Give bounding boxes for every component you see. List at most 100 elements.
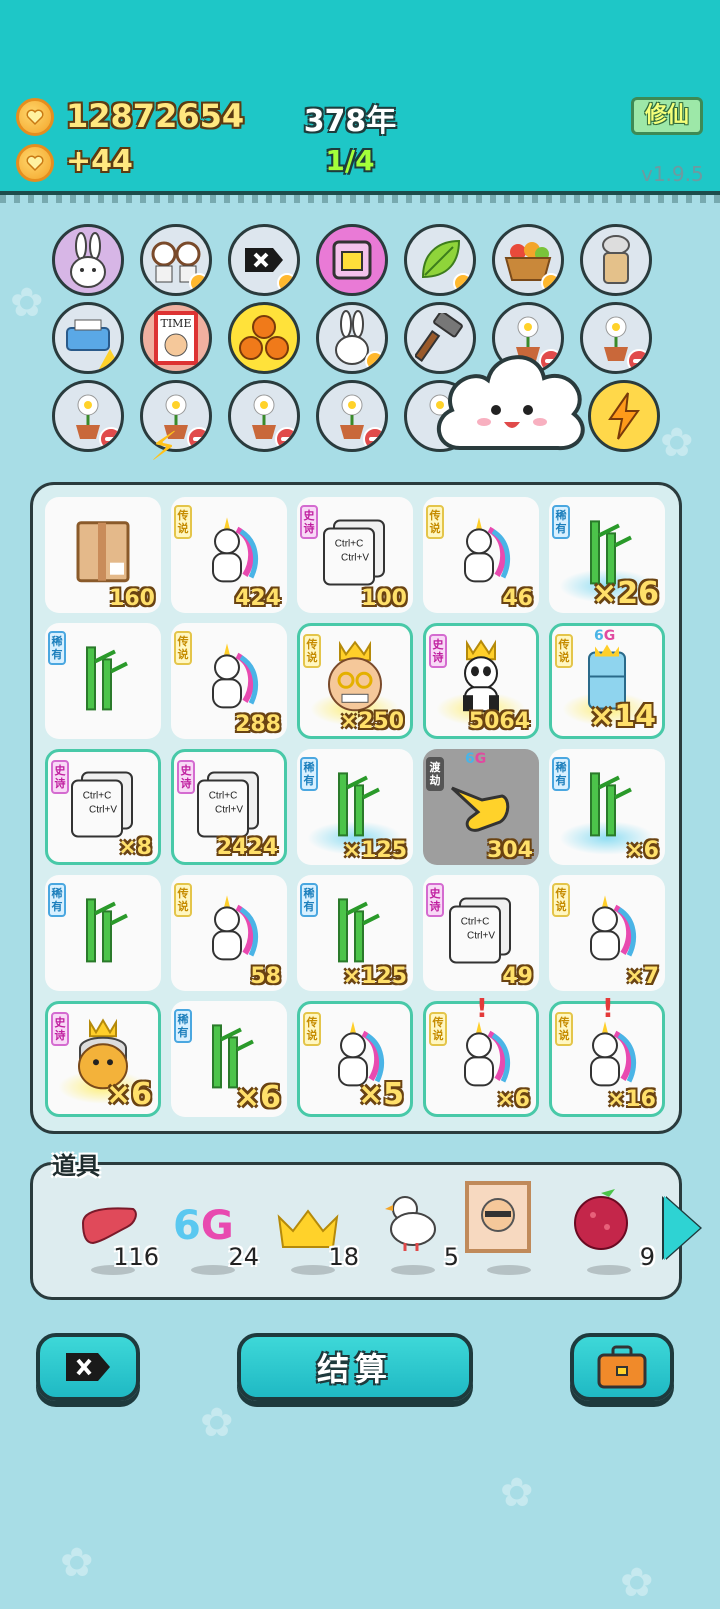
board-cell[interactable]: 传说 288: [171, 623, 287, 739]
item-count: ×5: [357, 1077, 404, 1112]
board-cell[interactable]: 传说 6G ×14: [549, 623, 665, 739]
tool-portrait[interactable]: [465, 1181, 555, 1281]
rarity-tag: 传说: [552, 883, 570, 917]
board-cell[interactable]: 稀有 ×26: [549, 497, 665, 613]
bamboo-icon: [338, 772, 380, 837]
next-arrow-button[interactable]: [664, 1196, 700, 1260]
gold-total: 12872654: [66, 97, 245, 135]
leaf-icon[interactable]: [404, 224, 476, 296]
board-cell[interactable]: 传说 46: [423, 497, 539, 613]
svg-text:Ctrl+V: Ctrl+V: [341, 553, 369, 564]
tool-liver[interactable]: 116: [69, 1181, 159, 1281]
twins-icon[interactable]: [140, 224, 212, 296]
board-cell[interactable]: 传说 ×5: [297, 1001, 413, 1117]
6g-icon: 6G: [173, 1203, 234, 1249]
time-magazine-icon[interactable]: TIME: [140, 302, 212, 374]
year-counter: 378年: [303, 104, 397, 139]
rarity-tag: 稀有: [48, 631, 66, 665]
svg-text:Ctrl+C: Ctrl+C: [209, 791, 238, 802]
flower-pot-icon[interactable]: [228, 380, 300, 452]
bg-flower-deco: ✿: [500, 1470, 534, 1516]
tool-count: 9: [639, 1243, 655, 1271]
flower-pot-icon[interactable]: [580, 302, 652, 374]
svg-text:Ctrl+V: Ctrl+V: [467, 931, 495, 942]
milk-tea-icon[interactable]: [580, 224, 652, 296]
board-cell[interactable]: 稀有 ×125: [297, 749, 413, 865]
svg-text:Ctrl+C: Ctrl+C: [461, 917, 490, 928]
rarity-tag: 稀有: [300, 883, 318, 917]
fruit-basket-icon[interactable]: [492, 224, 564, 296]
tool-lychee[interactable]: 9: [565, 1181, 655, 1281]
board-cell[interactable]: 稀有 ×6: [171, 1001, 287, 1117]
settle-button[interactable]: 结算: [237, 1333, 473, 1401]
liver-icon: [81, 1207, 137, 1245]
board-cell[interactable]: 史诗 Ctrl+C Ctrl+V 2424: [171, 749, 287, 865]
board-cell[interactable]: 传说 ×7: [549, 875, 665, 991]
ctrl-cv-icon: Ctrl+C Ctrl+V: [323, 519, 385, 586]
unicorn-icon: [464, 517, 511, 583]
tool-6g[interactable]: 6G 24: [169, 1181, 259, 1281]
tool-count: 116: [113, 1243, 159, 1271]
bunny-icon[interactable]: [52, 224, 124, 296]
board-cell[interactable]: 传说 424: [171, 497, 287, 613]
board-cell[interactable]: ! 传说 ×6: [423, 994, 539, 1117]
tool-crown[interactable]: 18: [269, 1181, 359, 1281]
portrait-icon: [465, 1181, 531, 1253]
rarity-tag: 传说: [555, 1012, 573, 1046]
ad-skip-icon[interactable]: [228, 224, 300, 296]
board-cell[interactable]: 史诗 5064: [423, 623, 539, 739]
board-cell[interactable]: 稀有 ×125: [297, 875, 413, 991]
board-cell[interactable]: 史诗 Ctrl+C Ctrl+V 100: [297, 497, 413, 613]
board-cell[interactable]: 160: [45, 497, 161, 613]
tv-icon[interactable]: [316, 224, 388, 296]
item-count: 49: [502, 964, 533, 989]
rarity-tag: 史诗: [300, 505, 318, 539]
board-cell[interactable]: 稀有: [45, 875, 161, 991]
svg-text:Ctrl+V: Ctrl+V: [89, 805, 117, 816]
bunny-icon[interactable]: [316, 302, 388, 374]
cloud-mascot[interactable]: [430, 338, 590, 478]
tool-white-bird[interactable]: 5: [369, 1181, 459, 1281]
rarity-tag: 传说: [426, 505, 444, 539]
flower-pot-icon[interactable]: [316, 380, 388, 452]
lightning-icon[interactable]: [588, 380, 660, 452]
rarity-tag: 稀有: [300, 757, 318, 791]
ctrl-cv-icon: Ctrl+C Ctrl+V: [197, 771, 259, 838]
board-cell[interactable]: 传说 ×250: [297, 623, 413, 739]
item-count: 2424: [216, 835, 278, 860]
board-cell[interactable]: 稀有: [45, 623, 161, 739]
basketball-icon[interactable]: [228, 302, 300, 374]
rarity-tag: 传说: [174, 631, 192, 665]
flower-pot-icon[interactable]: [52, 380, 124, 452]
xiuxian-button[interactable]: 修仙: [631, 97, 703, 135]
heart-coin-icon: [16, 98, 54, 136]
item-count: ×6: [105, 1077, 152, 1112]
board-cell[interactable]: 稀有 ×6: [549, 749, 665, 865]
item-count: 288: [235, 712, 281, 737]
svg-text:TIME: TIME: [161, 317, 192, 330]
board-cell[interactable]: 史诗 Ctrl+C Ctrl+V 49: [423, 875, 539, 991]
printer-icon[interactable]: [52, 302, 124, 374]
board-cell[interactable]: 渡劫 6G 304: [423, 749, 539, 865]
board-cell[interactable]: 史诗 ×6: [45, 1001, 161, 1117]
backpack-button[interactable]: [570, 1333, 674, 1401]
bg-flower-deco: ✿: [200, 1400, 234, 1446]
board-cell[interactable]: 史诗 Ctrl+C Ctrl+V ×8: [45, 749, 161, 865]
rarity-tag: 史诗: [51, 1012, 69, 1046]
item-count: ×250: [339, 709, 404, 734]
rarity-tag: 史诗: [177, 760, 195, 794]
lightning-effect-icon: ⚡: [150, 424, 179, 470]
item-count: ×7: [625, 964, 659, 989]
rarity-tag: 史诗: [426, 883, 444, 917]
rarity-tag: 传说: [174, 883, 192, 917]
ad-skip-icon: [66, 1353, 110, 1381]
lychee-icon: [574, 1189, 628, 1250]
svg-text:Ctrl+V: Ctrl+V: [215, 805, 243, 816]
item-count: ×125: [342, 964, 407, 989]
board-cell[interactable]: ! 传说 ×16: [549, 994, 665, 1117]
item-count: 46: [502, 586, 533, 611]
rarity-tag: 传说: [303, 1012, 321, 1046]
rarity-tag: 传说: [303, 634, 321, 668]
board-cell[interactable]: 传说 58: [171, 875, 287, 991]
ad-skip-button[interactable]: [36, 1333, 140, 1401]
